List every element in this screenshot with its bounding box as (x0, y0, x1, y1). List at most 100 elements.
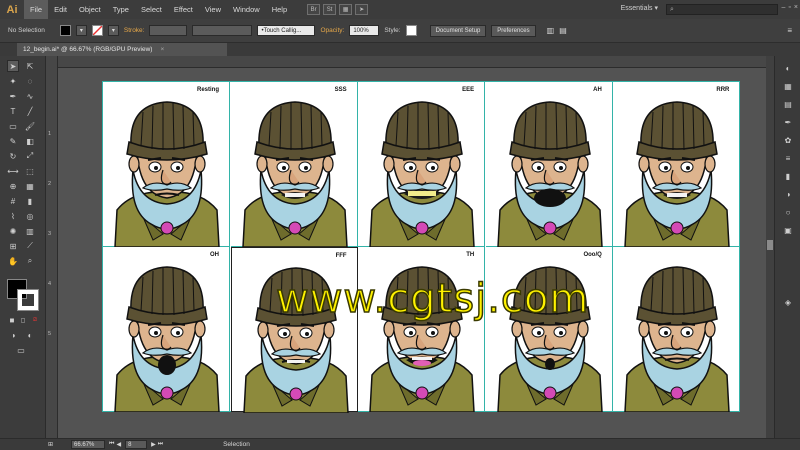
next-artboard-icon[interactable]: ▶ (151, 441, 156, 448)
drawing-mode-icon[interactable]: ◐ (24, 329, 36, 341)
curvature-tool-icon[interactable]: ∿ (24, 90, 36, 102)
artboard[interactable]: RRR (613, 82, 741, 247)
stroke-panel-icon[interactable]: ≡ (782, 152, 794, 164)
scale-tool-icon[interactable]: ⤢ (24, 150, 36, 162)
color-panel-icon[interactable]: ◐ (782, 62, 794, 74)
symbol-sprayer-tool-icon[interactable]: ✺ (7, 225, 19, 237)
last-artboard-icon[interactable]: ⏭ (158, 441, 163, 448)
fill-swatch[interactable] (59, 25, 71, 36)
rotate-tool-icon[interactable]: ↻ (7, 150, 19, 162)
eyedropper-tool-icon[interactable]: ⌇ (7, 210, 19, 222)
artboard[interactable]: AH (485, 82, 613, 247)
maximize-icon[interactable]: ▫ (788, 4, 790, 11)
symbols-icon[interactable]: ✿ (782, 134, 794, 146)
artboard[interactable] (613, 247, 741, 412)
selection-tool-icon[interactable]: ➤ (7, 60, 19, 72)
close-icon[interactable]: × (794, 4, 798, 11)
first-artboard-icon[interactable]: ⏮ (109, 441, 114, 448)
zoom-tool-icon[interactable]: ⌕ (24, 255, 36, 267)
direct-selection-tool-icon[interactable]: ⇱ (24, 60, 36, 72)
free-transform-tool-icon[interactable]: ⬚ (24, 165, 36, 177)
workspace-switcher[interactable]: Essentials ▾ (621, 4, 658, 12)
width-tool-icon[interactable]: ⟷ (7, 165, 19, 177)
variable-width-profile[interactable] (192, 25, 253, 36)
artboard-tool-icon[interactable]: ⊞ (7, 240, 19, 252)
zoom-level-input[interactable]: 66.67% (71, 440, 106, 449)
shape-builder-tool-icon[interactable]: ⊕ (7, 180, 19, 192)
style-swatch[interactable] (405, 25, 417, 36)
pencil-tool-icon[interactable]: ✎ (7, 135, 19, 147)
scrollbar-thumb[interactable] (767, 240, 773, 250)
perspective-grid-tool-icon[interactable]: ▦ (24, 180, 36, 192)
artboard[interactable]: Resting (103, 82, 230, 247)
menu-window[interactable]: Window (227, 0, 266, 19)
gradient-tool-icon[interactable]: ▮ (24, 195, 36, 207)
eraser-tool-icon[interactable]: ◧ (24, 135, 36, 147)
type-tool-icon[interactable]: T (7, 105, 19, 117)
column-graph-tool-icon[interactable]: ▥ (24, 225, 36, 237)
lasso-tool-icon[interactable]: ◌ (24, 75, 36, 87)
panel-menu-icon[interactable]: ≡ (787, 26, 792, 35)
artboard[interactable]: TH (358, 247, 486, 412)
screen-mode-icon[interactable]: ▭ (15, 344, 27, 356)
menu-file[interactable]: File (24, 0, 49, 19)
magic-wand-tool-icon[interactable]: ✦ (7, 75, 19, 87)
menu-effect[interactable]: Effect (168, 0, 199, 19)
close-tab-icon[interactable]: × (160, 46, 164, 53)
bridge-icon[interactable]: Br (307, 4, 321, 15)
stroke-dropdown[interactable]: ▾ (107, 25, 119, 36)
artboard[interactable]: Ooo/Q (485, 247, 613, 412)
menu-edit[interactable]: Edit (48, 0, 73, 19)
artboard[interactable]: OH (103, 247, 230, 412)
brush-dropdown[interactable]: • Touch Callig... (257, 25, 316, 36)
none-color-icon[interactable]: ⧄ (29, 314, 41, 326)
stroke-label[interactable]: Stroke: (124, 27, 145, 34)
artboard[interactable]: SSS (230, 82, 358, 247)
graphic-styles-icon[interactable]: ▣ (782, 224, 794, 236)
pen-tool-icon[interactable]: ✒ (7, 90, 19, 102)
slice-tool-icon[interactable]: ⟋ (24, 240, 36, 252)
fill-dropdown[interactable]: ▾ (75, 25, 87, 36)
gradient-panel-icon[interactable]: ▮ (782, 170, 794, 182)
menu-type[interactable]: Type (107, 0, 135, 19)
minimize-icon[interactable]: – (782, 4, 786, 11)
prev-artboard-icon[interactable]: ◀ (116, 441, 121, 448)
color-guide-icon[interactable]: ▦ (782, 80, 794, 92)
rectangle-tool-icon[interactable]: ▭ (7, 120, 19, 132)
layers-icon[interactable]: ◈ (782, 296, 794, 308)
swatches-icon[interactable]: ▤ (782, 98, 794, 110)
artboard-nav-icon[interactable]: ⊞ (48, 441, 53, 448)
opacity-input[interactable]: 100% (349, 25, 380, 36)
appearance-icon[interactable]: ○ (782, 206, 794, 218)
document-tab[interactable]: 12_begin.ai* @ 66.67% (RGB/GPU Preview) … (17, 43, 227, 56)
grid-icon[interactable]: ▦ (339, 4, 353, 15)
send-icon[interactable]: ➤ (355, 4, 369, 15)
artboard[interactable]: FFF (230, 247, 358, 413)
mesh-tool-icon[interactable]: # (7, 195, 19, 207)
document-setup-button[interactable]: Document Setup (429, 24, 487, 37)
transparency-icon[interactable]: ◑ (782, 188, 794, 200)
opacity-label[interactable]: Opacity: (320, 27, 344, 34)
stock-icon[interactable]: St (323, 4, 337, 15)
paintbrush-tool-icon[interactable]: 🖌 (24, 120, 36, 132)
menu-select[interactable]: Select (135, 0, 168, 19)
menu-object[interactable]: Object (73, 0, 107, 19)
blend-tool-icon[interactable]: ◎ (24, 210, 36, 222)
canvas-area[interactable]: Resting SSS EEE AH RRR OH FFF TH Ooo/Q w… (58, 68, 766, 438)
draw-mode-icon[interactable]: ◑ (7, 329, 19, 341)
artboard[interactable]: EEE (358, 82, 486, 247)
preferences-button[interactable]: Preferences (491, 24, 536, 37)
hand-tool-icon[interactable]: ✋ (7, 255, 19, 267)
menu-help[interactable]: Help (266, 0, 293, 19)
stroke-color-box[interactable] (17, 289, 39, 311)
line-tool-icon[interactable]: ╱ (24, 105, 36, 117)
menu-view[interactable]: View (199, 0, 227, 19)
stroke-swatch[interactable] (91, 25, 103, 36)
transform-icon[interactable]: ▤ (559, 26, 567, 35)
stroke-weight-input[interactable] (149, 25, 188, 36)
brushes-icon[interactable]: ✒ (782, 116, 794, 128)
color-mode-icon[interactable]: ◻ (17, 314, 29, 326)
vertical-scrollbar[interactable] (766, 56, 774, 438)
artboard-number-input[interactable]: 8 (125, 440, 148, 449)
align-icon[interactable]: ▥ (547, 26, 555, 35)
